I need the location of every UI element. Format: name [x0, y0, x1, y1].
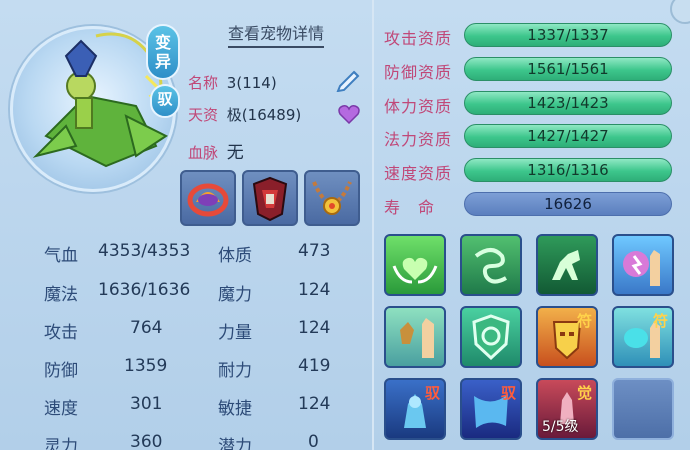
tame-badge: 驭: [150, 84, 180, 118]
necklace-icon: [312, 181, 352, 215]
attr-potential-label: 潜力: [218, 437, 252, 450]
armor-icon: [252, 176, 288, 222]
skill-slot-7[interactable]: 符: [536, 306, 598, 368]
equip-slot-3[interactable]: [304, 170, 360, 226]
name-value: 3(114): [226, 74, 277, 92]
attr-potential-value[interactable]: 0: [308, 432, 319, 450]
pet-bloodline-row: 血脉 无: [188, 138, 244, 163]
attr-endurance-label: 耐力: [218, 361, 252, 381]
skill-slot-2[interactable]: [460, 234, 522, 296]
quality-stamina-label: 体力资质: [384, 97, 453, 116]
quality-mana-bar: 1427/1427: [464, 124, 672, 148]
stat-speed-value: 301: [130, 394, 163, 414]
shield-icon: [472, 314, 510, 361]
stat-defense-label: 防御: [44, 361, 78, 381]
stat-speed-label: 速度: [44, 399, 78, 419]
attr-magic-label: 魔力: [218, 285, 252, 305]
pet-name-row: 名称 3(114): [188, 72, 277, 93]
quality-attack-bar: 1337/1337: [464, 23, 672, 47]
fire-ring-icon: [187, 183, 229, 217]
stat-attack-value: 764: [130, 318, 163, 338]
stat-attack-label: 攻击: [44, 323, 78, 343]
skill-slot-4[interactable]: [612, 234, 674, 296]
pen-edit-icon[interactable]: [334, 66, 364, 92]
wind-swirl-icon: [474, 248, 507, 284]
skill-level: 5/5级: [542, 419, 579, 435]
skill-slot-5[interactable]: [384, 306, 446, 368]
palm-stone-icon: [400, 318, 434, 358]
attr-strength-label: 力量: [218, 323, 252, 343]
skill-slot-11[interactable]: 觉 5/5级: [536, 378, 598, 440]
bloodline-value: 无: [226, 143, 244, 163]
pet-aptitude-row: 天资 极(16489): [188, 104, 301, 125]
quality-stamina-bar: 1423/1423: [464, 91, 672, 115]
stat-spirit-value: 360: [130, 432, 163, 450]
stat-hp-value: 4353/4353: [98, 241, 191, 261]
name-label: 名称: [188, 74, 219, 92]
attr-strength-value[interactable]: 124: [298, 318, 330, 338]
skill-slot-8[interactable]: 符: [612, 306, 674, 368]
bloodline-label: 血脉: [188, 144, 219, 162]
stat-defense-value: 1359: [124, 356, 168, 376]
aptitude-label: 天资: [188, 106, 219, 124]
lifespan-bar: 16626: [464, 192, 672, 216]
attr-constitution-label: 体质: [218, 246, 252, 266]
skill-tag-tame: 驭: [424, 384, 440, 402]
attr-agility-label: 敏捷: [218, 399, 252, 419]
horse-icon: [552, 250, 580, 280]
pet-info-panel: 变异 驭 查看宠物详情 名称 3(114) 天资 极(16489) 血脉 无 气…: [0, 0, 690, 450]
skill-tag-charm-2: 符: [652, 312, 668, 330]
stat-hp-label: 气血: [44, 246, 78, 266]
equip-slot-1[interactable]: [180, 170, 236, 226]
skill-slot-1[interactable]: [384, 234, 446, 296]
lifespan-label: 寿 命: [384, 198, 436, 217]
quality-speed-bar: 1316/1316: [464, 158, 672, 182]
skill-slot-9[interactable]: 驭: [384, 378, 446, 440]
skill-slot-empty[interactable]: [612, 378, 674, 440]
quality-speed-label: 速度资质: [384, 164, 453, 183]
aptitude-value: 极(16489): [226, 106, 302, 124]
equip-slot-2[interactable]: [242, 170, 298, 226]
stat-mp-value: 1636/1636: [98, 280, 191, 300]
heart-icon[interactable]: [338, 104, 360, 124]
palm-lightning-icon: [623, 250, 660, 286]
quality-defense-label: 防御资质: [384, 63, 453, 82]
skill-tag-charm: 符: [576, 312, 592, 330]
stat-mp-label: 魔法: [44, 285, 78, 305]
skill-slot-10[interactable]: 驭: [460, 378, 522, 440]
quality-defense-bar: 1561/1561: [464, 57, 672, 81]
attr-agility-value[interactable]: 124: [298, 394, 330, 414]
attr-endurance-value[interactable]: 419: [298, 356, 330, 376]
skill-tag-awaken: 觉: [576, 384, 592, 402]
column-divider: [372, 0, 374, 450]
mutation-badge: 变异: [146, 24, 180, 80]
attr-constitution-value[interactable]: 473: [298, 241, 330, 261]
attr-magic-value[interactable]: 124: [298, 280, 330, 300]
pet-portrait[interactable]: 变异 驭: [6, 16, 180, 192]
close-button-corner[interactable]: [670, 0, 690, 24]
view-pet-details-link[interactable]: 查看宠物详情: [228, 20, 325, 48]
stat-spirit-label: 灵力: [44, 437, 78, 450]
skill-tag-tame-2: 驭: [500, 384, 516, 402]
quality-attack-label: 攻击资质: [384, 29, 453, 48]
heart-wings-icon: [392, 257, 438, 284]
quality-mana-label: 法力资质: [384, 130, 453, 149]
skill-slot-3[interactable]: [536, 234, 598, 296]
skill-slot-6[interactable]: [460, 306, 522, 368]
